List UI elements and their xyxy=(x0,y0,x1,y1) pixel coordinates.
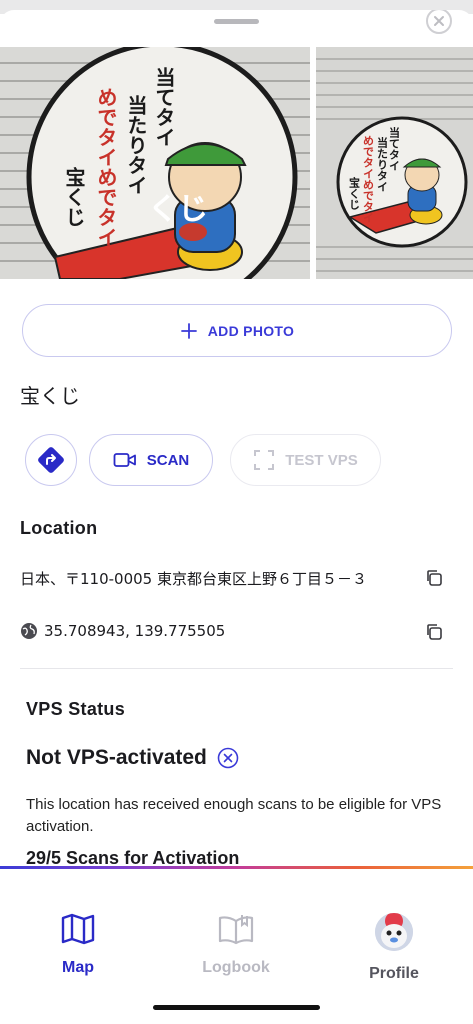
video-camera-icon xyxy=(113,453,136,467)
sign-text-line3: めでタイめでタイ xyxy=(94,87,118,247)
location-title: Location xyxy=(20,518,98,538)
scan-label: SCAN xyxy=(146,451,190,469)
plus-icon xyxy=(180,322,197,339)
place-name: 宝くじ xyxy=(20,384,80,408)
copy-address-button[interactable] xyxy=(424,568,444,588)
sign-text-line4: 宝くじ xyxy=(62,167,86,227)
test-vps-button[interactable]: TEST VPS xyxy=(230,434,381,486)
tab-logbook-label: Logbook xyxy=(202,959,270,976)
divider xyxy=(20,668,453,669)
tab-map[interactable]: Map xyxy=(18,913,138,977)
test-vps-label: TEST VPS xyxy=(285,451,358,469)
place-photo[interactable]: 当てタイ 当たりタイ めでタイめでタイ 宝くじ xyxy=(316,47,473,279)
scan-frame-icon xyxy=(254,450,275,470)
tab-bar: Map Logbook Profile xyxy=(0,869,473,1024)
coordinates-row: 35.708943, 139.775505 xyxy=(20,622,225,640)
directions-icon xyxy=(38,447,64,473)
avatar xyxy=(375,913,413,951)
tab-logbook[interactable]: Logbook xyxy=(176,913,296,977)
home-indicator xyxy=(153,1005,320,1010)
vps-status-row: Not VPS-activated xyxy=(26,746,239,770)
svg-text:当たりタイ: 当たりタイ xyxy=(376,136,389,192)
add-photo-button[interactable]: ADD PHOTO xyxy=(22,304,452,357)
address-text: 日本、〒110-0005 東京都台東区上野６丁目５－３ xyxy=(20,570,367,588)
svg-text:めでタイめでタイ: めでタイめでタイ xyxy=(362,135,375,223)
add-photo-label: ADD PHOTO xyxy=(207,322,295,339)
close-icon xyxy=(434,16,444,26)
svg-text:宝くじ: 宝くじ xyxy=(348,176,361,211)
tab-map-label: Map xyxy=(62,959,94,976)
vps-status-text: Not VPS-activated xyxy=(26,746,207,769)
photo-carousel[interactable]: くじ 当てタイ 当たりタイ めでタイめでタイ 宝くじ 当てタイ 当たりタイ めで… xyxy=(0,47,473,279)
sign-text-line2: 当たりタイ xyxy=(124,95,148,195)
svg-text:当てタイ: 当てタイ xyxy=(388,126,401,171)
sign-mat-text: くじ xyxy=(148,192,208,227)
tab-profile-label: Profile xyxy=(369,965,419,982)
vps-status-title: VPS Status xyxy=(26,699,126,719)
map-icon xyxy=(61,913,95,945)
place-photo[interactable]: くじ 当てタイ 当たりタイ めでタイめでタイ 宝くじ xyxy=(0,47,310,279)
not-activated-icon xyxy=(217,747,239,769)
sign-text-line1: 当てタイ xyxy=(152,67,176,147)
sheet-grabber[interactable] xyxy=(214,19,259,24)
globe-icon xyxy=(21,623,37,639)
scan-button[interactable]: SCAN xyxy=(89,434,213,486)
vps-description: This location has received enough scans … xyxy=(26,796,442,835)
coordinates-text: 35.708943, 139.775505 xyxy=(44,622,226,640)
copy-icon xyxy=(427,570,442,586)
copy-coordinates-button[interactable] xyxy=(424,622,444,642)
copy-icon xyxy=(427,624,442,640)
book-icon xyxy=(218,915,254,945)
close-button[interactable] xyxy=(426,10,452,34)
directions-button[interactable] xyxy=(25,434,77,486)
tab-profile[interactable]: Profile xyxy=(334,913,454,983)
